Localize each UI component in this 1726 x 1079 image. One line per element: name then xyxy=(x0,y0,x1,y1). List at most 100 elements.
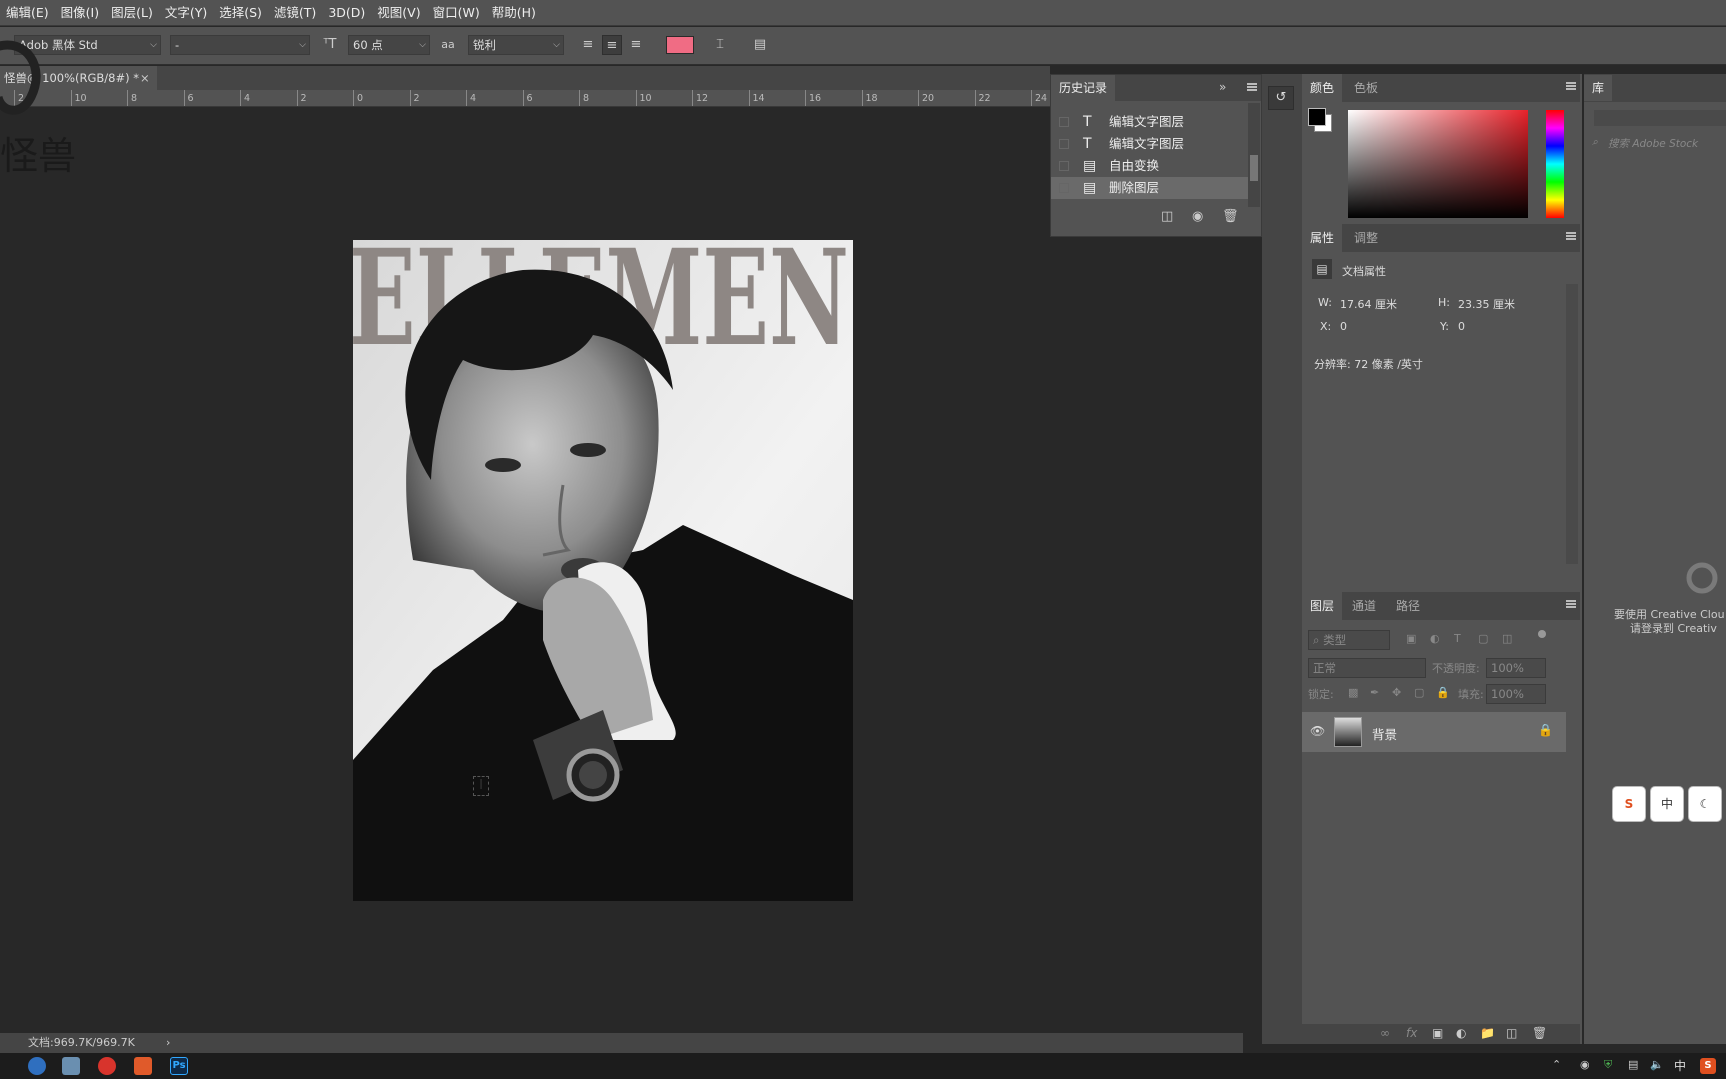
canvas-text-layer[interactable]: 怪兽 xyxy=(0,125,76,180)
opacity-input[interactable]: 100% xyxy=(1486,658,1546,678)
tab-color[interactable]: 颜色 xyxy=(1302,74,1343,102)
width-value[interactable]: 17.64 厘米 xyxy=(1340,296,1397,312)
panel-expand-icon[interactable]: » xyxy=(1219,80,1226,94)
font-style-select[interactable]: - ⌵ xyxy=(170,35,310,55)
security-icon[interactable]: ⛨ xyxy=(1604,1058,1612,1072)
tray-chevron-icon[interactable]: ⌃ xyxy=(1552,1058,1561,1071)
menu-help[interactable]: 帮助(H) xyxy=(486,0,542,26)
sogou-tray-icon[interactable]: S xyxy=(1700,1058,1716,1074)
panel-menu-icon[interactable] xyxy=(1566,600,1576,608)
text-cursor-icon[interactable]: I xyxy=(473,776,489,796)
font-size-select[interactable]: 60 点 ⌵ xyxy=(348,35,430,55)
warp-text-icon[interactable]: ⌶ xyxy=(710,35,730,55)
character-panel-icon[interactable]: ▤ xyxy=(750,35,770,55)
adjustment-layer-icon[interactable]: ◐ xyxy=(1456,1026,1466,1040)
tab-history[interactable]: 历史记录 xyxy=(1051,75,1116,101)
sogou-icon[interactable]: S xyxy=(1612,786,1646,822)
lock-position-icon[interactable]: ✥ xyxy=(1392,686,1401,699)
status-menu-arrow[interactable]: › xyxy=(166,1033,170,1053)
link-layers-icon[interactable]: ∞ xyxy=(1380,1026,1390,1040)
y-value[interactable]: 0 xyxy=(1458,320,1465,333)
new-document-from-state-icon[interactable]: ◫ xyxy=(1161,209,1173,224)
tab-swatches[interactable]: 色板 xyxy=(1346,74,1386,102)
type-filter-icon[interactable]: T xyxy=(1454,632,1461,645)
foreground-color-swatch[interactable] xyxy=(1308,108,1326,126)
history-item[interactable]: T 编辑文字图层 xyxy=(1051,111,1248,133)
menu-edit[interactable]: 编辑(E) xyxy=(0,0,55,26)
document-canvas[interactable]: ELLEMEN I xyxy=(353,240,853,901)
adjustment-filter-icon[interactable]: ◐ xyxy=(1430,632,1440,645)
lock-all-icon[interactable]: 🔒 xyxy=(1436,686,1450,699)
close-icon[interactable]: × xyxy=(140,66,150,90)
lock-transparent-icon[interactable]: ▩ xyxy=(1348,686,1358,699)
ime-moon-icon[interactable]: ☾ xyxy=(1688,786,1722,822)
snapshot-checkbox[interactable] xyxy=(1059,183,1069,193)
layer-filter-select[interactable]: ⌕ 类型 xyxy=(1308,630,1390,650)
menu-select[interactable]: 选择(S) xyxy=(213,0,268,26)
shape-filter-icon[interactable]: ▢ xyxy=(1478,632,1488,645)
menu-view[interactable]: 视图(V) xyxy=(371,0,426,26)
color-field[interactable] xyxy=(1348,110,1528,218)
lock-icon[interactable]: 🔒 xyxy=(1538,723,1553,737)
lock-artboard-icon[interactable]: ▢ xyxy=(1414,686,1424,699)
align-right-icon[interactable]: ≡ xyxy=(626,35,646,55)
tab-channels[interactable]: 通道 xyxy=(1344,592,1384,620)
add-mask-icon[interactable]: ▣ xyxy=(1432,1026,1443,1040)
app-icon[interactable] xyxy=(134,1057,152,1075)
text-color-swatch[interactable] xyxy=(666,36,694,54)
panel-menu-icon[interactable] xyxy=(1566,82,1576,90)
tab-adjustments[interactable]: 调整 xyxy=(1346,224,1386,252)
x-value[interactable]: 0 xyxy=(1340,320,1347,333)
file-explorer-icon[interactable] xyxy=(62,1057,80,1075)
snapshot-checkbox[interactable] xyxy=(1059,161,1069,171)
snapshot-checkbox[interactable] xyxy=(1059,117,1069,127)
menu-type[interactable]: 文字(Y) xyxy=(159,0,213,26)
tab-libraries[interactable]: 库 xyxy=(1584,75,1613,101)
trash-icon[interactable]: 🗑 xyxy=(1222,209,1239,224)
new-layer-icon[interactable]: ◫ xyxy=(1506,1026,1517,1040)
properties-scrollbar[interactable] xyxy=(1566,284,1578,564)
netease-music-icon[interactable] xyxy=(98,1057,116,1075)
menu-3d[interactable]: 3D(D) xyxy=(322,0,371,26)
history-item-selected[interactable]: ▤ 删除图层 xyxy=(1051,177,1248,199)
menu-filter[interactable]: 滤镜(T) xyxy=(268,0,322,26)
tray-ime-indicator[interactable]: 中 xyxy=(1674,1057,1686,1074)
stock-search-input[interactable]: 搜索 Adobe Stock xyxy=(1608,136,1698,151)
camera-icon[interactable]: ◉ xyxy=(1192,209,1203,224)
panel-menu-icon[interactable] xyxy=(1566,232,1576,240)
tray-app-icon[interactable]: ◉ xyxy=(1580,1058,1590,1071)
align-center-icon[interactable]: ≡ xyxy=(602,35,622,55)
photoshop-icon[interactable]: Ps xyxy=(170,1057,188,1075)
fx-icon[interactable]: fx xyxy=(1406,1026,1417,1040)
pixel-filter-icon[interactable]: ▣ xyxy=(1406,632,1416,645)
history-item[interactable]: ▤ 自由变换 xyxy=(1051,155,1248,177)
lock-brush-icon[interactable]: ✒ xyxy=(1370,686,1379,699)
panel-menu-icon[interactable] xyxy=(1247,83,1257,91)
blend-mode-select[interactable]: 正常 xyxy=(1308,658,1426,678)
ime-chinese-toggle[interactable]: 中 xyxy=(1650,786,1684,822)
layer-row[interactable]: 👁 背景 🔒 xyxy=(1302,712,1566,752)
tab-properties[interactable]: 属性 xyxy=(1302,224,1343,252)
eye-icon[interactable]: 👁 xyxy=(1310,724,1325,738)
scrollbar-thumb[interactable] xyxy=(1250,155,1258,181)
snapshot-checkbox[interactable] xyxy=(1059,139,1069,149)
menu-image[interactable]: 图像(I) xyxy=(55,0,105,26)
antialias-select[interactable]: 锐利 ⌵ xyxy=(468,35,564,55)
smart-object-filter-icon[interactable]: ◫ xyxy=(1502,632,1512,645)
history-item[interactable]: T 编辑文字图层 xyxy=(1051,133,1248,155)
filter-toggle-icon[interactable] xyxy=(1538,630,1546,638)
align-left-icon[interactable]: ≡ xyxy=(578,35,598,55)
library-select[interactable] xyxy=(1594,110,1726,126)
browser-icon[interactable] xyxy=(28,1057,46,1075)
history-scrollbar[interactable] xyxy=(1248,103,1260,207)
menu-window[interactable]: 窗口(W) xyxy=(427,0,486,26)
new-group-icon[interactable]: 📁 xyxy=(1480,1026,1495,1040)
history-panel-icon[interactable]: ↺ xyxy=(1268,86,1294,110)
fill-input[interactable]: 100% xyxy=(1486,684,1546,704)
volume-icon[interactable]: 🔈 xyxy=(1650,1058,1664,1071)
layer-name[interactable]: 背景 xyxy=(1372,724,1397,743)
network-icon[interactable]: ▤ xyxy=(1628,1058,1638,1071)
hue-slider[interactable] xyxy=(1546,110,1564,218)
menu-layer[interactable]: 图层(L) xyxy=(105,0,159,26)
tab-layers[interactable]: 图层 xyxy=(1302,592,1343,620)
